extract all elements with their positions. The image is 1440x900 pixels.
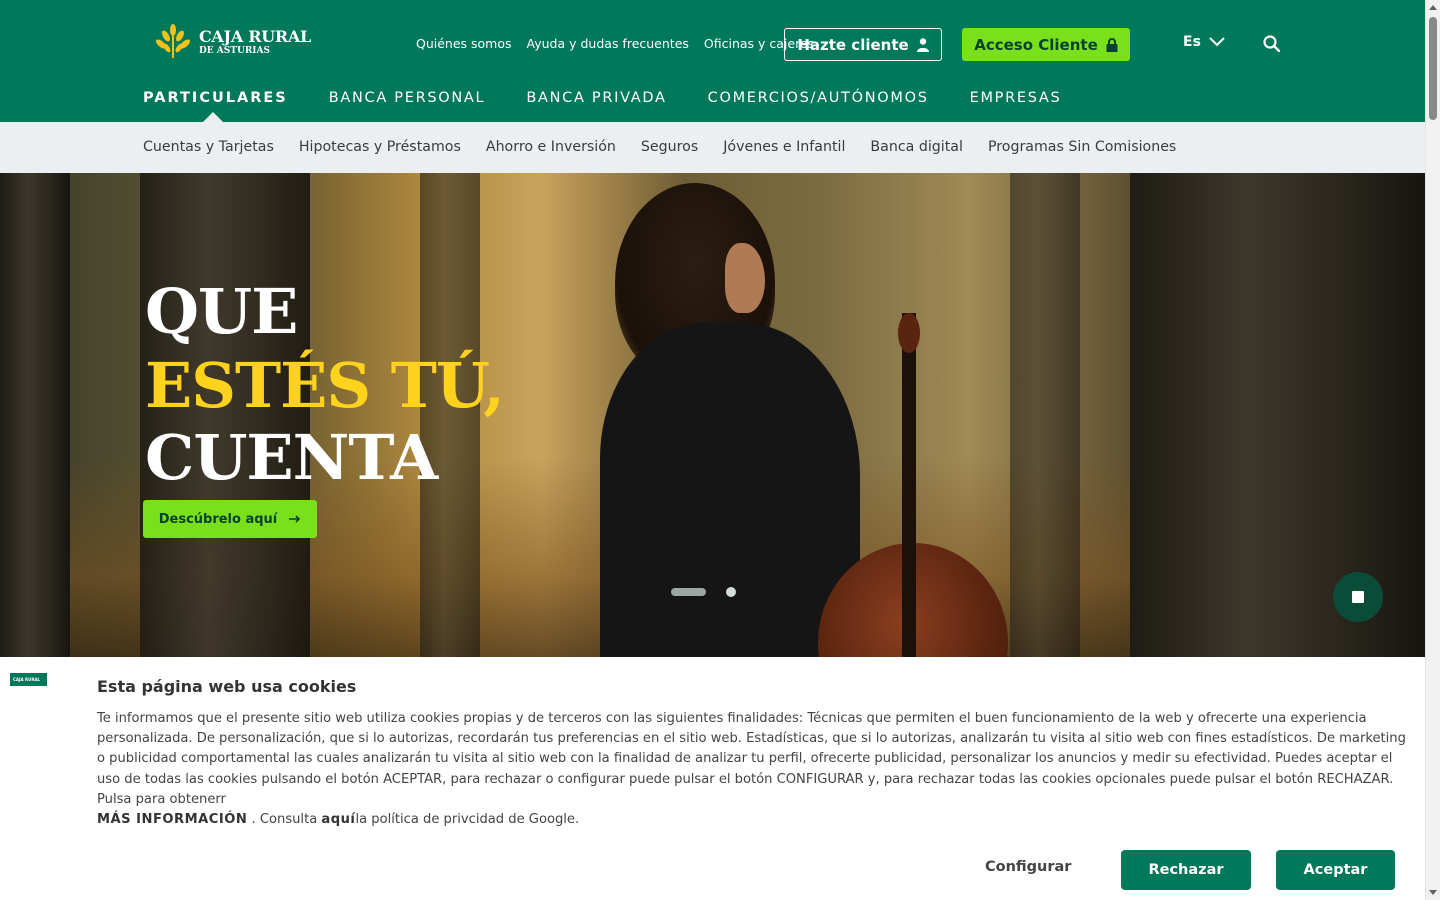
scrollbar-thumb[interactable] xyxy=(1429,17,1437,120)
mas-informacion-link[interactable]: MÁS INFORMACIÓN xyxy=(97,812,247,827)
hero-line-2: ESTÉS TÚ, xyxy=(145,349,505,422)
main-navigation: PARTICULARES BANCA PERSONAL BANCA PRIVAD… xyxy=(143,90,1061,106)
subnav-banca-digital[interactable]: Banca digital xyxy=(870,139,963,155)
configurar-button[interactable]: Configurar xyxy=(985,859,1071,875)
hero-banner: QUE ESTÉS TÚ, CUENTA Descúbrelo aquí xyxy=(0,173,1425,657)
lock-icon xyxy=(1106,37,1118,52)
cookie-title: Esta página web usa cookies xyxy=(97,677,357,696)
aqui-link[interactable]: aquí xyxy=(321,812,355,827)
cookie-banner: CAJA RURAL Esta página web usa cookies T… xyxy=(0,657,1425,900)
link-ayuda[interactable]: Ayuda y dudas frecuentes xyxy=(527,36,689,51)
logo-title: CAJA RURAL xyxy=(199,26,311,46)
link-quienes-somos[interactable]: Quiénes somos xyxy=(416,36,512,51)
nav-particulares[interactable]: PARTICULARES xyxy=(143,90,288,106)
subnav-jovenes-infantil[interactable]: Jóvenes e Infantil xyxy=(723,139,845,155)
cookie-consulta-text: . Consulta xyxy=(247,812,322,828)
scroll-down-arrow-icon[interactable] xyxy=(1429,890,1437,895)
sub-navigation: Cuentas y Tarjetas Hipotecas y Préstamos… xyxy=(0,122,1425,173)
carousel-dot[interactable] xyxy=(726,587,736,597)
hero-line-1: QUE xyxy=(145,275,298,348)
active-nav-indicator xyxy=(203,112,223,122)
search-icon[interactable] xyxy=(1263,35,1280,52)
tree-trunk-right xyxy=(1130,173,1425,657)
hazte-cliente-button[interactable]: Hazte cliente xyxy=(784,28,942,61)
subnav-seguros[interactable]: Seguros xyxy=(641,139,698,155)
subnav-cuentas-tarjetas[interactable]: Cuentas y Tarjetas xyxy=(143,139,274,155)
nav-banca-personal[interactable]: BANCA PERSONAL xyxy=(329,90,486,106)
descubrelo-label: Descúbrelo aquí xyxy=(158,511,278,527)
descubrelo-button[interactable]: Descúbrelo aquí xyxy=(143,500,317,538)
aceptar-button[interactable]: Aceptar xyxy=(1276,850,1395,890)
cookie-body-text: Te informamos que el presente sitio web … xyxy=(97,711,1406,807)
carousel-indicators xyxy=(671,587,736,597)
arrow-right-icon xyxy=(289,515,301,523)
stop-icon xyxy=(1352,591,1364,603)
scroll-up-arrow-icon[interactable] xyxy=(1429,5,1437,10)
rechazar-button[interactable]: Rechazar xyxy=(1121,850,1251,890)
chevron-down-icon xyxy=(1209,37,1225,47)
logo-subtitle: DE ASTURIAS xyxy=(199,45,270,56)
acceso-cliente-label: Acceso Cliente xyxy=(974,35,1098,54)
nav-banca-privada[interactable]: BANCA PRIVADA xyxy=(526,90,666,106)
caja-rural-logo[interactable]: CAJA RURAL DE ASTURIAS xyxy=(151,24,311,60)
hero-line-3: CUENTA xyxy=(145,421,438,494)
cookie-logo-text: CAJA RURAL xyxy=(13,677,41,682)
top-links: Quiénes somos Ayuda y dudas frecuentes O… xyxy=(416,36,814,51)
tree-trunk-left xyxy=(0,173,70,657)
language-label: Es xyxy=(1183,34,1201,50)
user-icon xyxy=(916,37,929,52)
cello-neck xyxy=(902,313,916,657)
site-header: CAJA RURAL DE ASTURIAS Quiénes somos Ayu… xyxy=(0,0,1425,122)
nav-empresas[interactable]: EMPRESAS xyxy=(970,90,1062,106)
subnav-ahorro-inversion[interactable]: Ahorro e Inversión xyxy=(486,139,616,155)
cookie-logo-icon: CAJA RURAL xyxy=(10,673,47,686)
hazte-cliente-label: Hazte cliente xyxy=(797,35,909,54)
carousel-dot-active[interactable] xyxy=(671,588,706,596)
cello-scroll xyxy=(898,313,920,353)
google-policy-text: la política de privcidad de Google. xyxy=(355,812,580,828)
cookie-description: Te informamos que el presente sitio web … xyxy=(97,709,1412,830)
carousel-pause-button[interactable] xyxy=(1333,572,1383,622)
vertical-scrollbar[interactable] xyxy=(1425,0,1440,900)
nav-comercios-autonomos[interactable]: COMERCIOS/AUTÓNOMOS xyxy=(708,90,929,106)
wheat-logo-icon xyxy=(156,24,190,58)
person-body xyxy=(600,323,860,657)
language-selector[interactable]: Es xyxy=(1183,34,1225,50)
subnav-programas-sin-comisiones[interactable]: Programas Sin Comisiones xyxy=(988,139,1176,155)
tree-trunk xyxy=(1010,173,1080,657)
hero-headline: QUE ESTÉS TÚ, CUENTA xyxy=(145,275,505,494)
subnav-hipotecas-prestamos[interactable]: Hipotecas y Préstamos xyxy=(299,139,461,155)
acceso-cliente-button[interactable]: Acceso Cliente xyxy=(962,28,1130,61)
